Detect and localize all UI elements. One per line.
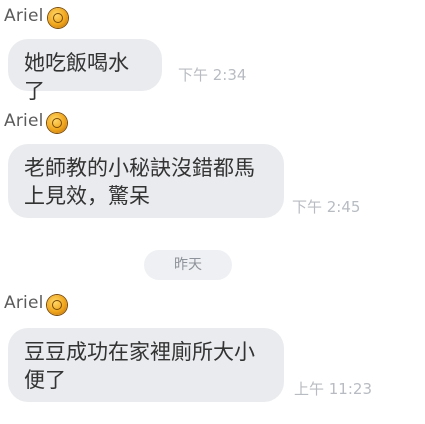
sender-name: Ariel xyxy=(4,293,44,313)
honey-jar-icon[interactable] xyxy=(47,113,67,133)
message-timestamp: 下午 2:34 xyxy=(178,66,247,84)
date-divider: 昨天 xyxy=(144,250,232,280)
sender-name: Ariel xyxy=(4,111,44,131)
message-timestamp: 上午 11:23 xyxy=(294,380,372,398)
honey-jar-icon[interactable] xyxy=(47,295,67,315)
message-bubble[interactable]: 她吃飯喝水了 xyxy=(8,39,162,103)
sender-name: Ariel xyxy=(4,6,44,26)
message-timestamp: 下午 2:45 xyxy=(292,198,361,216)
chat-thread: Ariel 她吃飯喝水了 下午 2:34 Ariel 老師教的小秘訣沒錯都馬 上… xyxy=(0,0,425,424)
honey-jar-icon[interactable] xyxy=(48,8,68,28)
message-bubble[interactable]: 老師教的小秘訣沒錯都馬 上見效，驚呆 xyxy=(8,144,284,218)
message-bubble[interactable]: 豆豆成功在家裡廁所大小 便了 xyxy=(8,328,284,402)
